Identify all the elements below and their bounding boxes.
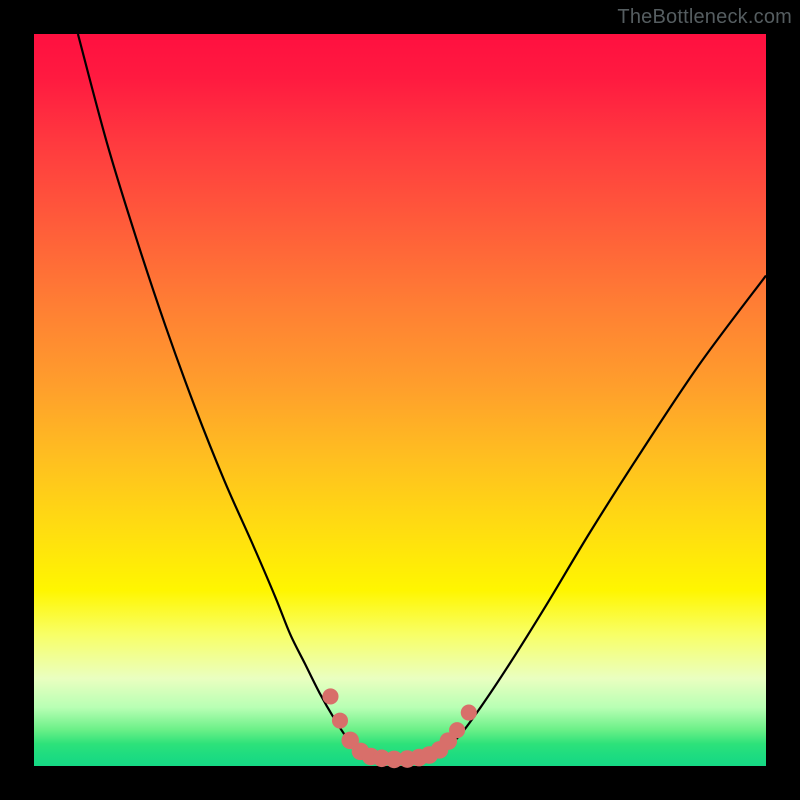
curve-marker	[322, 688, 338, 704]
bottleneck-curve	[34, 34, 766, 766]
plot-area	[34, 34, 766, 766]
curve-marker	[449, 722, 465, 738]
chart-frame: TheBottleneck.com	[0, 0, 800, 800]
curve-path	[78, 34, 766, 759]
curve-marker	[332, 713, 348, 729]
curve-markers	[322, 688, 476, 768]
curve-marker	[461, 705, 477, 721]
watermark-text: TheBottleneck.com	[617, 6, 792, 29]
